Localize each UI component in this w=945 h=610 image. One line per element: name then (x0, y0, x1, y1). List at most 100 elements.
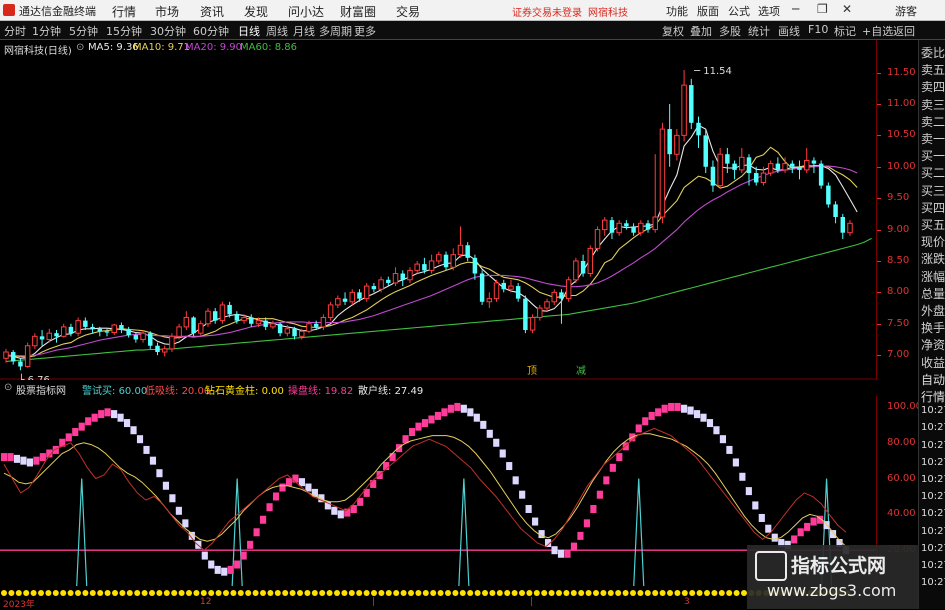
btn-biaoji[interactable]: 标记 (834, 23, 856, 39)
operator-block (603, 476, 610, 485)
operator-block (616, 453, 623, 462)
period-monthly[interactable]: 月线 (293, 23, 315, 39)
btn-huaxian[interactable]: 画线 (778, 23, 800, 39)
menu-wenxiaoda[interactable]: 问小达 (288, 3, 324, 20)
period-1min[interactable]: 1分钟 (32, 23, 61, 39)
gold-bead (104, 590, 111, 596)
operator-block (7, 453, 14, 462)
date-tick: 3 (684, 597, 690, 607)
candle (826, 182, 831, 208)
indicator-chart[interactable] (0, 396, 876, 597)
price-tick-mark (877, 355, 881, 357)
btn-duogu[interactable]: 多股 (719, 23, 741, 39)
operator-block (797, 528, 804, 537)
gold-bead (112, 590, 118, 596)
side-field-label: 涨跌 (921, 252, 945, 267)
period-5min[interactable]: 5分钟 (69, 23, 98, 39)
menu-xuanxiang[interactable]: 选项 (758, 3, 780, 19)
operator-block (583, 519, 590, 528)
gold-bead (304, 590, 311, 596)
candle (450, 248, 456, 271)
menu-faxian[interactable]: 发现 (244, 3, 268, 20)
app-logo-icon (3, 4, 15, 16)
operator-block (130, 426, 137, 435)
indicator-settings-icon[interactable]: ⊙ (4, 382, 12, 393)
side-field-label: 卖三 (921, 97, 945, 112)
gold-bead (489, 590, 496, 596)
candle (537, 304, 543, 321)
candle (349, 289, 355, 305)
menu-caifuquan[interactable]: 财富圈 (340, 3, 376, 20)
operator-block (234, 560, 241, 569)
side-time-item: 10:27 (921, 525, 945, 537)
menu-gongneng[interactable]: 功能 (666, 3, 688, 19)
btn-f10[interactable]: F10 (808, 23, 828, 36)
candle (501, 279, 506, 293)
operator-block (525, 505, 532, 514)
price-tick-mark (877, 260, 881, 262)
side-field-label[interactable]: 行情 (921, 388, 945, 405)
menu-banmian[interactable]: 版面 (697, 3, 719, 19)
candle (119, 322, 124, 334)
gold-bead (200, 590, 207, 596)
gold-bead (718, 590, 725, 596)
btn-add-watchlist[interactable]: +自选 (862, 23, 893, 39)
btn-fuquan[interactable]: 复权 (662, 23, 684, 39)
price-tick-mark (877, 166, 881, 168)
side-field-label: 买四 (921, 200, 945, 215)
operator-block (72, 428, 79, 437)
period-more[interactable]: 更多 (354, 23, 376, 39)
gold-bead (356, 590, 363, 596)
gold-bead (726, 590, 733, 596)
operator-block (214, 565, 221, 574)
btn-back[interactable]: 返回 (893, 23, 915, 39)
candle (609, 217, 615, 239)
stock-label[interactable]: 网宿科技(日线) (4, 42, 72, 57)
settings-circle-icon[interactable]: ⊙ (76, 42, 84, 53)
minimize-icon[interactable]: ─ (792, 2, 799, 16)
gold-bead (696, 590, 703, 596)
gold-bead (119, 590, 126, 596)
period-30min[interactable]: 30分钟 (150, 23, 186, 39)
candle (83, 317, 88, 331)
candle (523, 295, 528, 334)
operator-block (745, 487, 752, 496)
price-tick: 8.00 (887, 286, 910, 298)
period-weekly[interactable]: 周线 (266, 23, 288, 39)
candlestick-chart[interactable]: ─ 11.54 └ 6.76 顶 减 (0, 56, 876, 380)
period-15min[interactable]: 15分钟 (106, 23, 142, 39)
price-tick-mark (877, 135, 881, 137)
gold-bead (452, 590, 459, 596)
operator-block (661, 404, 668, 413)
indicator-name[interactable]: 股票指标网 (16, 382, 66, 397)
gold-bead (156, 590, 163, 596)
menu-jiaoyi[interactable]: 交易 (396, 3, 420, 20)
restore-icon[interactable]: ❐ (817, 2, 828, 16)
candle (739, 147, 745, 174)
period-multi[interactable]: 多周期 (319, 23, 352, 39)
close-icon[interactable]: ✕ (842, 2, 852, 16)
candle (407, 267, 413, 283)
btn-diejia[interactable]: 叠加 (690, 23, 712, 39)
candle (689, 78, 694, 130)
menu-gongshi[interactable]: 公式 (728, 3, 750, 19)
menu-zixun[interactable]: 资讯 (200, 3, 224, 20)
operator-block (91, 413, 98, 422)
period-fenshi[interactable]: 分时 (4, 23, 26, 39)
menu-hangqing[interactable]: 行情 (112, 3, 136, 20)
gold-bead (378, 590, 385, 596)
trade-login-notice[interactable]: 证券交易未登录 (512, 4, 582, 19)
period-60min[interactable]: 60分钟 (193, 23, 229, 39)
user-guest[interactable]: 游客 (895, 3, 917, 19)
candle (725, 147, 730, 174)
menu-shichang[interactable]: 市场 (155, 3, 179, 20)
period-daily[interactable]: 日线 (238, 23, 260, 39)
side-field-label[interactable]: 自动 (921, 371, 945, 388)
price-tick: 9.50 (887, 192, 910, 204)
operator-block (687, 406, 694, 415)
indicator-field-gold: 钻石黄金柱: 0.00 (205, 386, 284, 397)
btn-tongji[interactable]: 统计 (748, 23, 770, 39)
candle (465, 242, 470, 261)
operator-block (26, 458, 33, 467)
operator-block (240, 551, 247, 560)
